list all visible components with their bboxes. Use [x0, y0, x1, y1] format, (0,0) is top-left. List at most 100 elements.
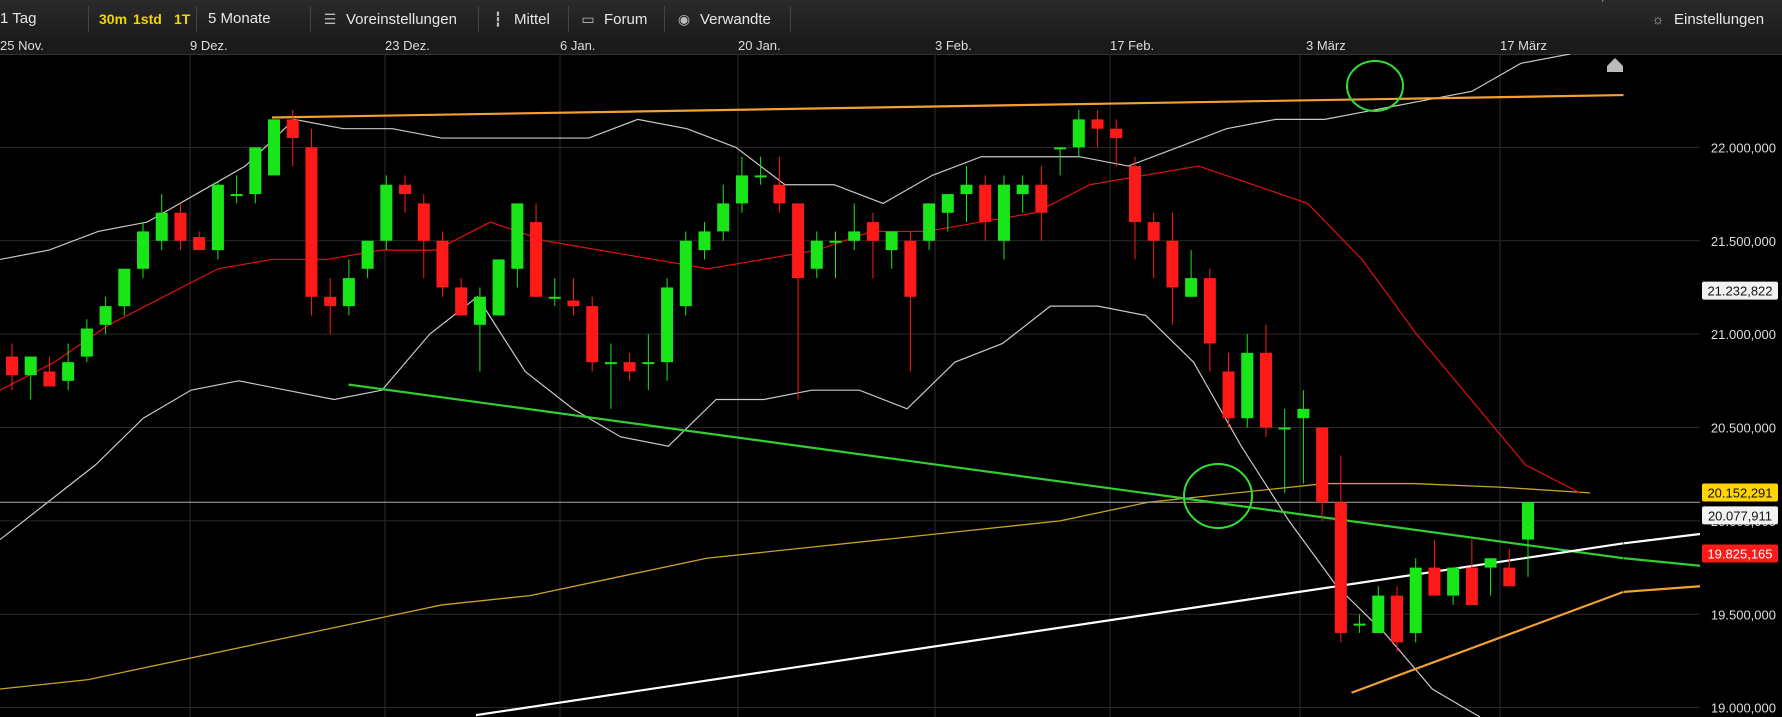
candle-up: [642, 362, 655, 365]
candle-down: [1222, 371, 1235, 419]
candle-down: [623, 362, 636, 372]
candle-up: [342, 278, 355, 307]
candle-up: [1054, 147, 1067, 150]
annotation-circle: [1346, 60, 1404, 112]
period-dropdown[interactable]: 1 Tag: [0, 8, 46, 30]
speech-bubble-icon: ▭: [581, 11, 595, 27]
candle-down: [193, 237, 206, 251]
candle-up: [268, 119, 281, 176]
candle-down: [1147, 222, 1160, 241]
candle-up: [1484, 558, 1497, 568]
presets-label: Voreinstellungen: [346, 11, 457, 28]
candle-down: [417, 203, 430, 241]
candle-up: [997, 184, 1010, 241]
candle-up: [62, 362, 75, 381]
candle-up: [1447, 567, 1460, 596]
candle-down: [436, 240, 449, 288]
candle-up: [24, 356, 37, 376]
candle-down: [1316, 427, 1329, 503]
toolbar-separator: [664, 6, 665, 32]
price-chart[interactable]: 22.000,000 21.500,000 21.000,000 20.500,000…: [0, 54, 1782, 717]
date-tick-label: 20 Jan.: [738, 38, 781, 53]
date-tick-label: 25 Nov.: [0, 38, 44, 53]
toolbar-separator: [196, 6, 197, 32]
candle-up: [1372, 595, 1385, 633]
candle-up: [829, 240, 842, 243]
candle-up: [1185, 278, 1198, 297]
related-button[interactable]: ◉ Verwandte: [674, 8, 781, 30]
trendline-green-extension: [1623, 557, 1701, 567]
y-tick-label: 21.500,000: [1711, 234, 1776, 249]
candle-up: [118, 268, 131, 307]
bollinger-upper-band: [0, 54, 1571, 261]
candle-up: [960, 184, 973, 195]
top-value-stub: 1,00: [1595, 0, 1616, 8]
candle-up: [1297, 408, 1310, 419]
candle-up: [1241, 352, 1254, 419]
date-tick-label: 23 Dez.: [385, 38, 430, 53]
candle-up: [99, 306, 112, 325]
candle-down: [866, 222, 879, 241]
y-tick-label: 20.500,000: [1711, 421, 1776, 436]
interval-1std-button[interactable]: 1std: [133, 8, 162, 30]
candle-up: [137, 231, 150, 269]
candle-down: [43, 371, 56, 387]
trendline-orange-top: [271, 93, 1624, 119]
candle-down: [1035, 184, 1048, 213]
candle-up: [698, 231, 711, 251]
candle-up: [923, 203, 936, 241]
y-tick-label: 22.000,000: [1711, 140, 1776, 155]
candle-down: [1503, 567, 1516, 587]
candle-down: [1203, 278, 1216, 344]
candle-up: [1016, 184, 1029, 195]
chart-toolbar: 1 Tag 30m 1std 1T 5 Monate ☰ Voreinstellu…: [0, 0, 1782, 39]
candle-up: [810, 240, 823, 269]
candle-up: [80, 328, 93, 357]
candle-down: [530, 222, 543, 297]
interval-30m-button[interactable]: 30m: [99, 8, 127, 30]
candle-down: [1465, 567, 1478, 605]
price-label-text: 20.077,911: [1708, 508, 1772, 523]
candle-down: [1390, 595, 1403, 643]
candle-up: [1353, 623, 1366, 626]
candle-down: [1128, 166, 1141, 223]
candle-down: [773, 184, 786, 204]
toolbar-separator: [478, 6, 479, 32]
candle-up: [473, 296, 486, 325]
price-label-text: 20.152,291: [1707, 485, 1772, 500]
presets-button[interactable]: ☰ Voreinstellungen: [320, 8, 467, 30]
settings-button[interactable]: ☼ Einstellungen: [1648, 8, 1774, 30]
settings-label: Einstellungen: [1674, 11, 1765, 28]
candle-down: [1334, 502, 1347, 633]
y-tick-label: 19.000,000: [1711, 701, 1776, 716]
candle-down: [174, 212, 187, 241]
date-tick-label: 3 März: [1306, 38, 1346, 53]
candle-down: [1166, 240, 1179, 288]
candle-up: [361, 240, 374, 269]
candle-up: [1278, 427, 1291, 430]
toolbar-separator: [310, 6, 311, 32]
candle-up: [511, 203, 524, 269]
candle-up: [249, 147, 262, 195]
candle-up: [1409, 567, 1422, 633]
range-dropdown[interactable]: 5 Monate: [208, 8, 281, 30]
average-button[interactable]: ┇ Mittel: [488, 8, 560, 30]
interval-1t-button[interactable]: 1T: [174, 8, 190, 30]
candle-up: [155, 212, 168, 241]
trendline-green-down: [348, 383, 1624, 560]
date-tick-label: 6 Jan.: [560, 38, 596, 53]
date-axis: 25 Nov. 9 Dez. 23 Dez. 6 Jan. 20 Jan. 3 Feb. 1…: [0, 38, 1782, 55]
candle-up: [717, 203, 730, 232]
candle-up: [380, 184, 393, 241]
candle-down: [324, 296, 337, 307]
y-tick-label: 21.000,000: [1711, 327, 1776, 342]
candle-up: [230, 194, 243, 197]
candle-up: [754, 175, 767, 178]
candle-down: [305, 147, 318, 297]
date-tick-label: 3 Feb.: [935, 38, 972, 53]
price-label-text: 19.825,165: [1707, 547, 1772, 562]
candle-up: [679, 240, 692, 307]
home-marker-icon: [1607, 58, 1623, 72]
forum-button[interactable]: ▭ Forum: [578, 8, 657, 30]
candle-down: [586, 306, 599, 363]
